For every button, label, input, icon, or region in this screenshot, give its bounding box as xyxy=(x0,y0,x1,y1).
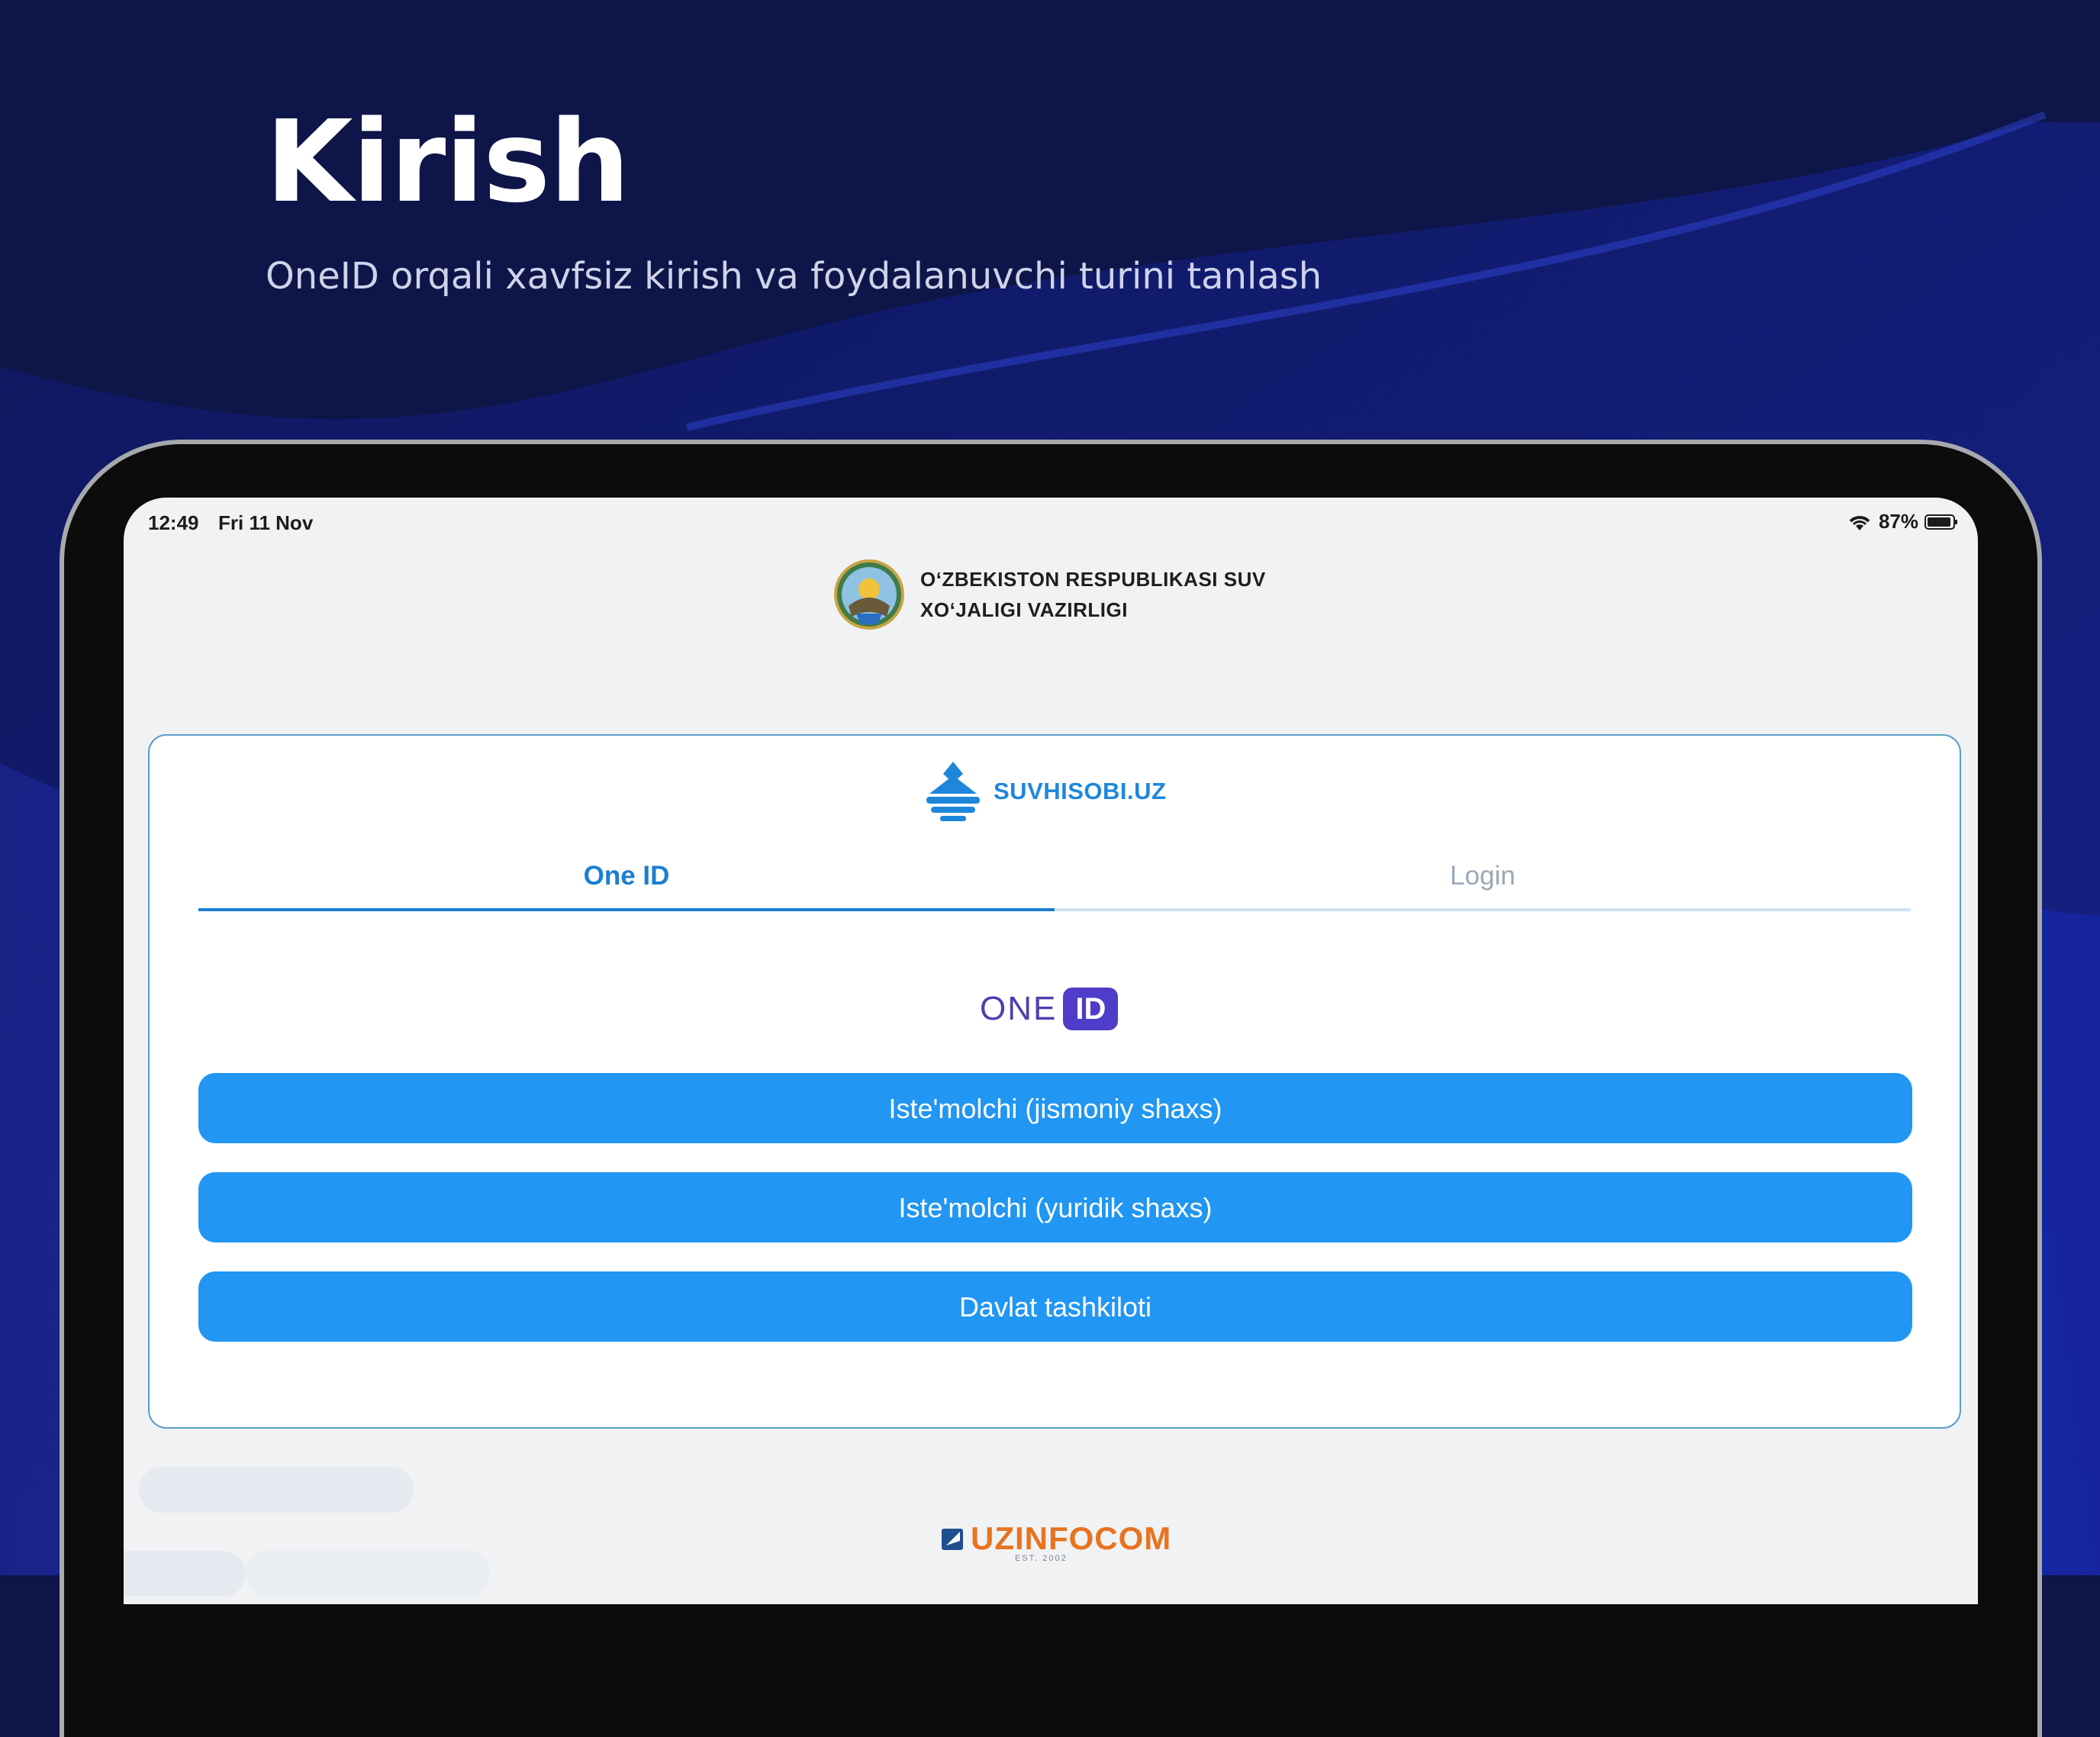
status-time: 12:49 xyxy=(148,511,199,534)
footer-logo: UZINFOCOM xyxy=(940,1520,1171,1557)
brand-name: SUVHISOBI.UZ xyxy=(994,778,1167,804)
state-emblem-icon xyxy=(834,559,904,630)
hero-title: Kirish xyxy=(266,96,630,227)
footer-est: EST. 2002 xyxy=(1015,1554,1068,1563)
battery-percent: 87% xyxy=(1878,510,1918,533)
government-organization-button[interactable]: Davlat tashkiloti xyxy=(198,1271,1912,1342)
hero-subtitle: OneID orqali xavfsiz kirish va foydalanu… xyxy=(266,255,1322,298)
oneid-logo-word: ONE xyxy=(980,990,1058,1027)
login-tabs: One ID Login xyxy=(198,850,1912,911)
footer-brand-name: UZINFOCOM xyxy=(971,1520,1172,1556)
water-drop-logo-icon xyxy=(926,762,980,821)
status-indicators: 87% xyxy=(1847,510,1958,533)
status-bar: 12:49 Fri 11 Nov 87% xyxy=(124,498,1978,543)
legal-entity-consumer-button[interactable]: Iste'molchi (yuridik shaxs) xyxy=(198,1172,1912,1242)
tab-one-id[interactable]: One ID xyxy=(198,850,1055,911)
status-date: Fri 11 Nov xyxy=(218,511,314,534)
oneid-logo-badge: ID xyxy=(1063,988,1119,1030)
tab-login[interactable]: Login xyxy=(1055,850,1911,911)
decorative-shapes xyxy=(124,1467,490,1597)
ministry-name-line1: O‘ZBEKISTON RESPUBLIKASI SUV xyxy=(920,568,1266,591)
ministry-name: O‘ZBEKISTON RESPUBLIKASI SUV XO‘JALIGI V… xyxy=(920,564,1266,625)
brand-logo: SUVHISOBI.UZ xyxy=(923,759,1166,824)
battery-icon xyxy=(1924,514,1957,530)
oneid-logo: ONE ID xyxy=(980,988,1119,1030)
wifi-icon xyxy=(1849,515,1870,530)
ministry-name-line2: XO‘JALIGI VAZIRLIGI xyxy=(920,598,1128,621)
uzinfocom-icon xyxy=(942,1529,963,1550)
app-screen: 12:49 Fri 11 Nov 87% O‘ZBEKISTON RESPUBL… xyxy=(124,498,1978,1604)
ministry-header: O‘ZBEKISTON RESPUBLIKASI SUV XO‘JALIGI V… xyxy=(833,559,1266,630)
individual-consumer-button[interactable]: Iste'molchi (jismoniy shaxs) xyxy=(198,1073,1912,1143)
login-card: SUVHISOBI.UZ One ID Login ONE ID Iste'mo… xyxy=(148,734,1961,1429)
